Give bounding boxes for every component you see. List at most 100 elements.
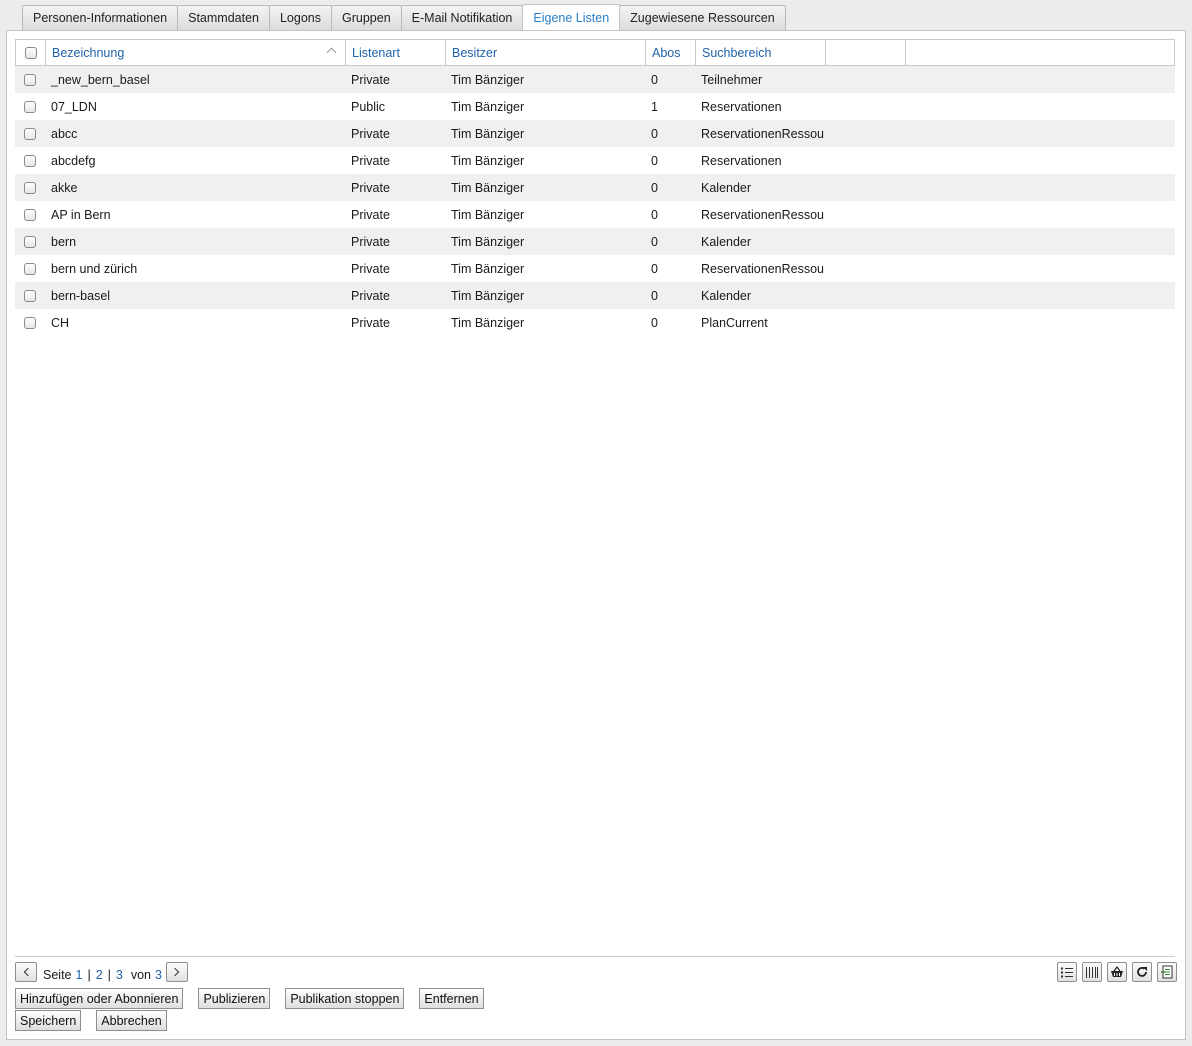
cell-besitzer: Tim Bänziger — [451, 180, 525, 195]
column-label: Bezeichnung — [52, 45, 125, 60]
row-checkbox[interactable] — [24, 73, 36, 86]
cell-listenart: Private — [351, 207, 390, 222]
table-row[interactable]: abcdefg Private Tim Bänziger 0 Reservationen — [15, 147, 1175, 174]
prev-page-button[interactable] — [15, 962, 37, 982]
cell-suchbereich: Kalender — [701, 234, 752, 249]
save-button[interactable]: Speichern — [15, 1010, 82, 1031]
column-header-filler — [906, 40, 1174, 65]
cell-bezeichnung: CH — [51, 315, 70, 330]
next-page-button[interactable] — [165, 962, 188, 982]
tab-panel: Bezeichnung Listenart Besitzer Abos Such… — [6, 30, 1186, 1040]
cell-listenart: Private — [351, 261, 390, 276]
row-checkbox[interactable] — [24, 181, 36, 194]
grid-toolbar — [1057, 962, 1177, 982]
cell-abos: 0 — [651, 72, 658, 87]
tab-personen-informationen[interactable]: Personen-Informationen — [22, 5, 179, 30]
pager-text: Seite 1 | 2 | 3 von 3 — [41, 962, 162, 982]
table-row[interactable]: AP in Bern Private Tim Bänziger 0 Reservatio… — [15, 201, 1175, 228]
tab-email-notifikation[interactable]: E-Mail Notifikation — [400, 5, 524, 30]
row-checkbox[interactable] — [24, 262, 36, 275]
column-label: Suchbereich — [702, 45, 772, 60]
row-select-cell — [15, 154, 45, 167]
column-header-listenart[interactable]: Listenart — [346, 40, 446, 65]
row-checkbox[interactable] — [24, 154, 36, 167]
cell-suchbereich: Teilnehmer — [701, 72, 763, 87]
cell-bezeichnung: AP in Bern — [51, 207, 111, 222]
row-checkbox[interactable] — [24, 316, 36, 329]
column-header-abos[interactable]: Abos — [646, 40, 696, 65]
row-checkbox[interactable] — [24, 127, 36, 140]
total-pages[interactable]: 3 — [155, 968, 162, 982]
export-icon[interactable] — [1157, 962, 1177, 982]
publish-button[interactable]: Publizieren — [198, 988, 271, 1009]
column-label: Besitzer — [452, 45, 498, 60]
tab-gruppen[interactable]: Gruppen — [331, 5, 402, 30]
cell-listenart: Private — [351, 288, 390, 303]
cell-suchbereich: ReservationenRessou — [701, 126, 824, 141]
columns-icon[interactable] — [1082, 962, 1102, 982]
page-link-3[interactable]: 3 — [116, 968, 123, 982]
chevron-left-icon — [23, 967, 32, 977]
refresh-icon[interactable] — [1132, 962, 1152, 982]
tab-bar: Personen-Informationen Stammdaten Logons… — [22, 4, 786, 30]
column-header-bezeichnung[interactable]: Bezeichnung — [46, 40, 346, 65]
cell-abos: 0 — [651, 180, 658, 195]
cell-listenart: Private — [351, 153, 390, 168]
row-checkbox[interactable] — [24, 235, 36, 248]
row-checkbox[interactable] — [24, 208, 36, 221]
cell-besitzer: Tim Bänziger — [451, 261, 525, 276]
sort-ascending-icon — [326, 47, 337, 58]
cell-suchbereich: ReservationenRessou — [701, 207, 824, 222]
cancel-button[interactable]: Abbrechen — [96, 1010, 167, 1031]
cell-bezeichnung: 07_LDN — [51, 99, 97, 114]
page-link-2[interactable]: 2 — [96, 968, 103, 982]
cell-abos: 0 — [651, 153, 658, 168]
table-row[interactable]: bern Private Tim Bänziger 0 Kalender — [15, 228, 1175, 255]
column-header-suchbereich[interactable]: Suchbereich — [696, 40, 826, 65]
row-checkbox[interactable] — [24, 100, 36, 113]
tab-stammdaten[interactable]: Stammdaten — [177, 5, 270, 30]
add-subscribe-button[interactable]: Hinzufügen oder Abonnieren — [15, 988, 184, 1009]
row-select-cell — [15, 235, 45, 248]
column-header-empty[interactable] — [826, 40, 906, 65]
cell-bezeichnung: bern und zürich — [51, 261, 138, 276]
table-row[interactable]: akke Private Tim Bänziger 0 Kalender — [15, 174, 1175, 201]
table-row[interactable]: CH Private Tim Bänziger 0 PlanCurrent — [15, 309, 1175, 336]
list-icon[interactable] — [1057, 962, 1077, 982]
lists-grid: Bezeichnung Listenart Besitzer Abos Such… — [15, 39, 1175, 336]
cell-abos: 0 — [651, 234, 658, 249]
cell-abos: 0 — [651, 261, 658, 276]
page-link-1[interactable]: 1 — [76, 968, 83, 982]
table-row[interactable]: _new_bern_basel Private Tim Bänziger 0 Teiln… — [15, 66, 1175, 93]
table-row[interactable]: abcc Private Tim Bänziger 0 ReservationenRes… — [15, 120, 1175, 147]
row-checkbox[interactable] — [24, 289, 36, 302]
table-row[interactable]: 07_LDN Public Tim Bänziger 1 Reservationen — [15, 93, 1175, 120]
select-all-cell — [16, 40, 46, 65]
table-row[interactable]: bern und zürich Private Tim Bänziger 0 Reser… — [15, 255, 1175, 282]
tab-eigene-listen[interactable]: Eigene Listen — [522, 4, 621, 30]
table-row[interactable]: bern-basel Private Tim Bänziger 0 Kalender — [15, 282, 1175, 309]
row-select-cell — [15, 208, 45, 221]
row-select-cell — [15, 127, 45, 140]
cell-suchbereich: Reservationen — [701, 153, 782, 168]
row-select-cell — [15, 289, 45, 302]
cell-abos: 0 — [651, 288, 658, 303]
column-header-besitzer[interactable]: Besitzer — [446, 40, 646, 65]
tab-logons[interactable]: Logons — [268, 5, 332, 30]
page-separator: | — [107, 968, 111, 982]
stop-publish-button[interactable]: Publikation stoppen — [285, 988, 405, 1009]
von-label: von — [130, 968, 152, 982]
cell-bezeichnung: abcc — [51, 126, 78, 141]
cell-suchbereich: Kalender — [701, 180, 752, 195]
cell-bezeichnung: akke — [51, 180, 78, 195]
select-all-checkbox[interactable] — [24, 46, 37, 59]
cell-listenart: Private — [351, 180, 390, 195]
page-separator: | — [87, 968, 91, 982]
cell-besitzer: Tim Bänziger — [451, 126, 525, 141]
row-select-cell — [15, 73, 45, 86]
tab-zugewiesene-ressourcen[interactable]: Zugewiesene Ressourcen — [619, 5, 786, 30]
cell-suchbereich: ReservationenRessou — [701, 261, 824, 276]
remove-button[interactable]: Entfernen — [419, 988, 484, 1009]
cell-abos: 0 — [651, 207, 658, 222]
basket-icon[interactable] — [1107, 962, 1127, 982]
